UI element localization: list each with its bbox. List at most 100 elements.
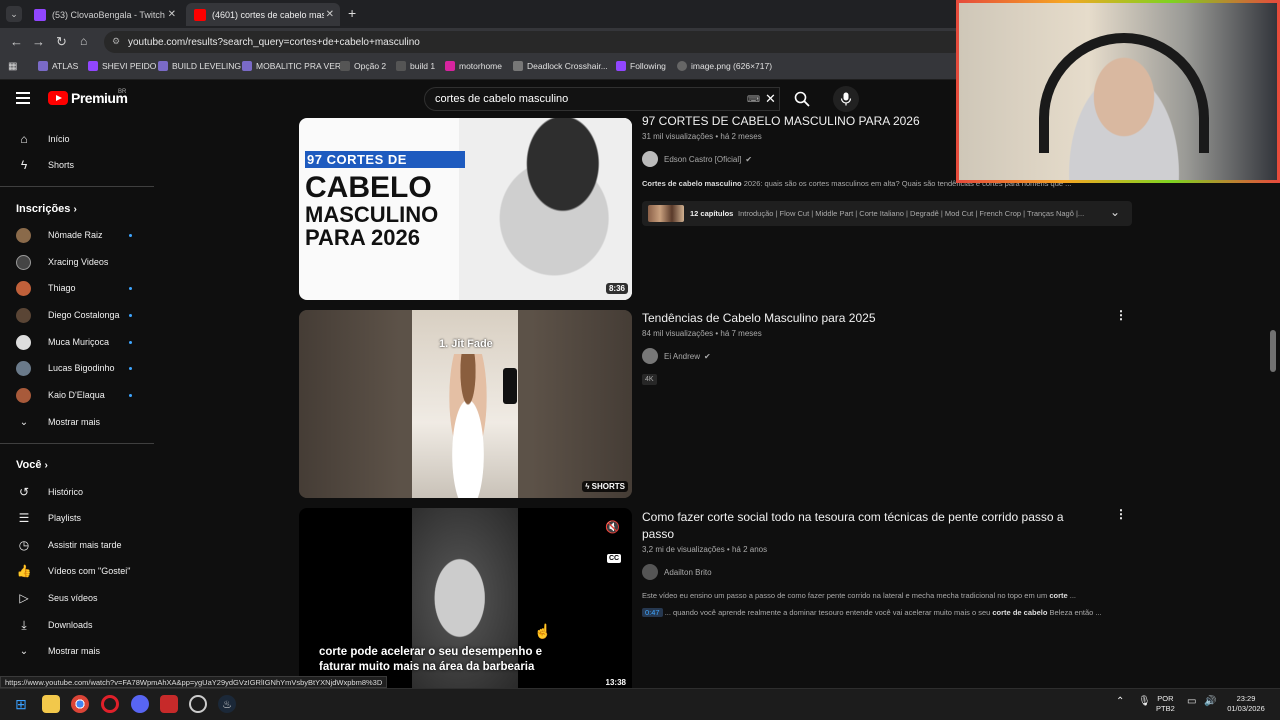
bookmark-item[interactable]: BUILD LEVELING [158,61,241,71]
chapters-row[interactable]: 12 capítulos Introdução | Flow Cut | Mid… [642,201,1132,226]
more-options-icon[interactable]: ⋮ [1115,309,1127,321]
watch-later-icon: ◷ [18,538,30,552]
avatar [16,254,31,270]
video-title[interactable]: 97 CORTES DE CABELO MASCULINO PARA 2026 [642,113,920,130]
sidebar-item-downloads[interactable]: ⤓ Downloads [0,612,154,638]
menu-icon[interactable] [16,92,30,104]
sidebar-item-subscription[interactable]: Nômade Raiz [0,222,154,248]
network-icon[interactable]: ▭ [1187,697,1196,707]
search-button[interactable] [786,87,818,111]
tab-youtube[interactable]: (4601) cortes de cabelo masculi ✕ [186,3,340,26]
bookmark-icon [396,61,406,71]
tab-label: (4601) cortes de cabelo masculi [212,9,324,20]
bookmark-item[interactable]: ATLAS [38,61,78,71]
channel-link[interactable]: Edson Castro [Oficial] ✔ [642,151,752,167]
sidebar-item-subscription[interactable]: Lucas Bigodinho [0,355,154,381]
bookmark-item[interactable]: SHEVI PEIDO [88,61,156,71]
new-content-dot [129,340,132,344]
back-icon[interactable]: ← [10,34,23,49]
voice-search-button[interactable] [833,86,859,112]
bookmark-item[interactable]: Deadlock Crosshair... [513,61,608,71]
bookmark-item[interactable]: Following [616,61,666,71]
avatar [16,280,31,296]
chrome-icon[interactable] [71,695,89,713]
video-preview-player[interactable]: 🔇 CC corte pode acelerar o seu desempenh… [299,508,632,688]
captions-button[interactable]: CC [607,554,622,563]
sidebar-item-subscription[interactable]: Muca Muriçoca [0,329,154,355]
bookmark-item[interactable]: MOBALITIC PRA VER [242,61,341,71]
thumbnail-text: PARA 2026 [305,225,420,250]
thumbnail-caption: 1. Jit Fade [439,338,493,350]
apps-grid-icon[interactable]: ▦ [8,61,17,72]
file-explorer-icon[interactable] [42,695,60,713]
video-title[interactable]: Como fazer corte social todo na tesoura … [642,509,1082,543]
steam-icon[interactable]: ♨ [218,695,236,713]
you-heading[interactable]: Você › [16,459,48,471]
mute-icon[interactable]: 🔇 [605,520,620,534]
sidebar-item-shorts[interactable]: ϟ Shorts [0,152,154,178]
video-meta: 31 mil visualizações • há 2 meses [642,132,762,141]
volume-icon[interactable]: 🔊 [1204,697,1216,707]
input-language[interactable]: POR PTB2 [1156,694,1175,714]
channel-link[interactable]: Ei Andrew ✔ [642,348,711,364]
shorts-icon: ϟ [20,158,28,172]
close-icon[interactable]: ✕ [168,9,176,20]
site-info-icon[interactable]: ⚙ [112,36,120,47]
verified-icon: ✔ [704,351,711,361]
chevron-down-icon[interactable]: ⌄ [1110,205,1120,219]
discord-icon[interactable] [131,695,149,713]
sidebar-item-subscription[interactable]: Xracing Videos [0,249,154,275]
avatar [16,334,31,350]
sidebar-item-subscription[interactable]: Diego Costalonga [0,302,154,328]
bookmark-item[interactable]: image.png (626×717) [677,61,772,71]
bookmark-icon [513,61,523,71]
sidebar-item-subscription[interactable]: Kaio D'Elaqua [0,382,154,408]
bookmark-item[interactable]: Opção 2 [340,61,386,71]
timestamp-chip[interactable]: 0:47 [642,608,663,617]
sidebar-item-history[interactable]: ↺ Histórico [0,479,154,505]
reload-icon[interactable]: ↻ [56,34,67,50]
sidebar-item-home[interactable]: ⌂ Início [0,126,154,152]
address-bar[interactable]: ⚙ youtube.com/results?search_query=corte… [104,31,964,53]
more-options-icon[interactable]: ⋮ [1115,508,1127,520]
twitch-icon [34,8,46,21]
video-title[interactable]: Tendências de Cabelo Masculino para 2025 [642,310,876,327]
video-thumbnail[interactable]: 1. Jit Fade ϟ SHORTS [299,310,632,498]
show-more-you[interactable]: ⌄ Mostrar mais [0,638,154,664]
country-code: BR [118,89,127,95]
sidebar-item-watch-later[interactable]: ◷ Assistir mais tarde [0,532,154,558]
sidebar-item-playlists[interactable]: ☰ Playlists [0,505,154,531]
clear-search-icon[interactable]: ✕ [765,91,776,107]
microphone-icon[interactable]: 🎙 [1138,697,1151,707]
download-icon: ⤓ [21,617,27,632]
divider [0,186,154,187]
new-tab-button[interactable]: + [348,5,356,21]
show-more-subscriptions[interactable]: ⌄ Mostrar mais [0,409,154,435]
opera-icon[interactable] [101,695,119,713]
bookmark-item[interactable]: build 1 [396,61,435,71]
tab-twitch[interactable]: (53) ClovaoBengala - Twitch ✕ [26,3,182,26]
youtube-play-icon [48,91,68,105]
windows-start-icon[interactable]: ⊞ [12,695,30,713]
video-thumbnail[interactable]: 97 CORTES DE CABELO MASCULINO PARA 2026 … [299,118,632,300]
clock[interactable]: 23:29 01/03/2026 [1224,694,1268,714]
channel-link[interactable]: Adailton Brito [642,564,712,580]
sidebar-item-liked-videos[interactable]: 👍 Vídeos com "Gostei" [0,558,154,584]
sidebar-item-subscription[interactable]: Thiago [0,275,154,301]
close-icon[interactable]: ✕ [326,9,334,20]
chevron-up-icon[interactable]: ⌃ [1116,697,1124,707]
youtube-logo[interactable]: Premium BR [48,89,128,106]
scrollbar-thumb[interactable] [1270,330,1276,372]
sidebar-item-your-videos[interactable]: ▷ Seus vídeos [0,585,154,611]
app-icon[interactable] [189,695,207,713]
tab-search-chevron-icon[interactable]: ⌄ [6,6,22,22]
forward-icon[interactable]: → [32,34,45,49]
bookmark-item[interactable]: motorhome [445,61,502,71]
subtitle-line: faturar muito mais na área da barbearia [319,661,535,673]
video-editor-icon[interactable] [160,695,178,713]
keyboard-icon[interactable]: ⌨ [747,94,760,105]
subscriptions-heading[interactable]: Inscrições › [16,203,77,215]
video-meta: 84 mil visualizações • há 7 meses [642,329,762,338]
home-icon[interactable]: ⌂ [80,34,87,48]
search-input[interactable]: cortes de cabelo masculino ⌨ ✕ [424,87,780,111]
